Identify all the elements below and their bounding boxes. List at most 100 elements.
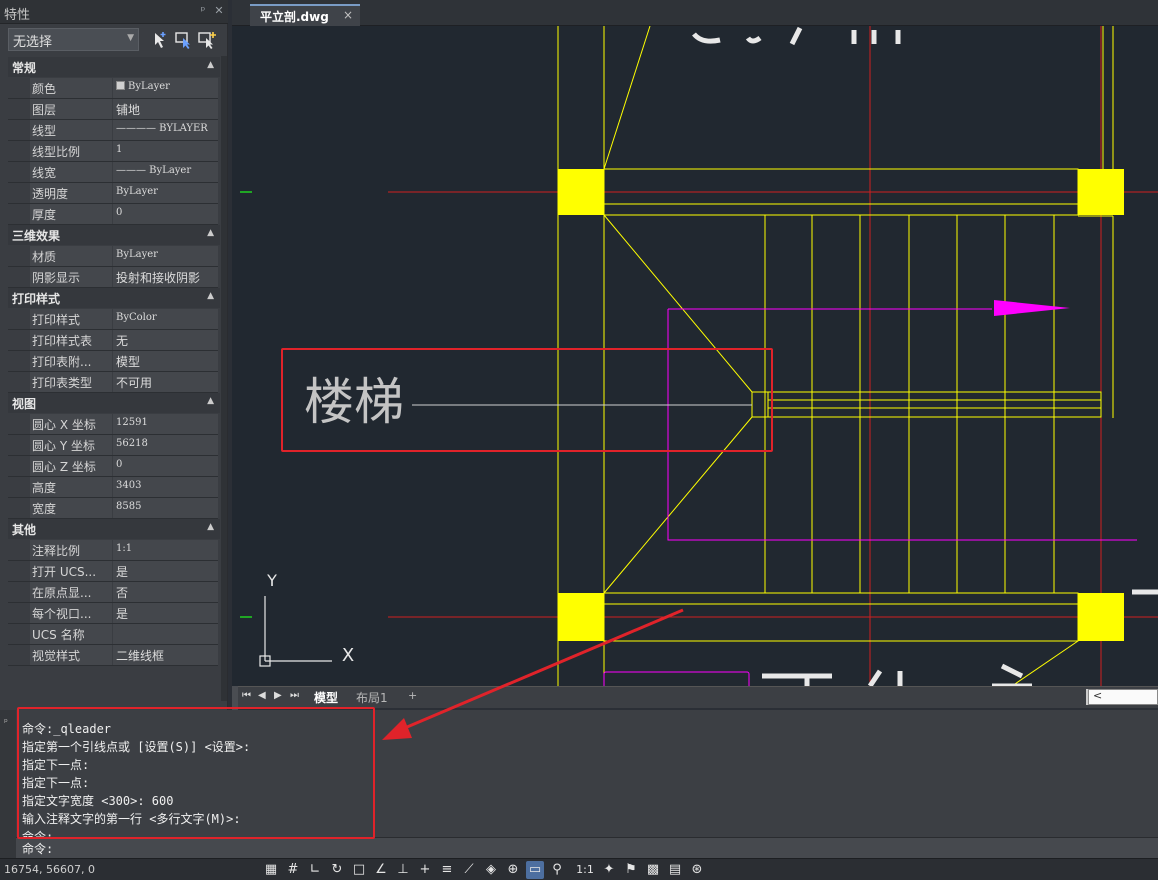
- collapse-icon[interactable]: ▲: [207, 291, 214, 301]
- property-value[interactable]: ByLayer: [113, 246, 218, 266]
- annotation-scale[interactable]: 1:1: [570, 861, 600, 879]
- property-row[interactable]: 圆心 X 坐标 12591: [8, 414, 218, 435]
- property-row[interactable]: 颜色 ByLayer: [8, 78, 218, 99]
- prev-tab-button[interactable]: ◀: [258, 690, 266, 701]
- close-tab-icon[interactable]: ×: [343, 8, 353, 22]
- tab-layout1[interactable]: 布局1: [356, 689, 388, 706]
- grid-icon[interactable]: ▦: [262, 861, 280, 879]
- transparency-icon[interactable]: ⟋: [460, 861, 478, 879]
- section-header[interactable]: 视图 ▲: [8, 393, 220, 413]
- tab-document[interactable]: 平立剖.dwg ×: [250, 4, 360, 26]
- property-value[interactable]: ByColor: [113, 309, 218, 329]
- isolate-icon[interactable]: ⚑: [622, 861, 640, 879]
- section-header[interactable]: 其他 ▲: [8, 519, 220, 539]
- toggle-pickadd-icon[interactable]: [196, 29, 218, 51]
- property-row[interactable]: 打印样式 ByColor: [8, 309, 218, 330]
- property-value[interactable]: 56218: [113, 435, 218, 455]
- workspace-icon[interactable]: ✦: [600, 861, 618, 879]
- property-value[interactable]: 是: [113, 561, 218, 581]
- property-row[interactable]: 打印样式表无: [8, 330, 218, 351]
- drawing-canvas[interactable]: Y X 楼梯: [232, 26, 1158, 686]
- annotation-text[interactable]: 楼梯: [304, 373, 404, 431]
- lineweight-icon[interactable]: ≡: [438, 861, 456, 879]
- property-row[interactable]: 圆心 Y 坐标 56218: [8, 435, 218, 456]
- property-value[interactable]: 模型: [113, 351, 218, 371]
- hardware-accel-icon[interactable]: ▩: [644, 861, 662, 879]
- model-space-icon[interactable]: ▭: [526, 861, 544, 879]
- property-value[interactable]: 不可用: [113, 372, 218, 392]
- property-value[interactable]: 投射和接收阴影: [113, 267, 218, 287]
- property-row[interactable]: 高度 3403: [8, 477, 218, 498]
- property-row[interactable]: 圆心 Z 坐标 0: [8, 456, 218, 477]
- property-value[interactable]: 0: [113, 456, 218, 476]
- property-row[interactable]: 阴影显示 投射和接收阴影: [8, 267, 218, 288]
- property-row[interactable]: 视觉样式 二维线框: [8, 645, 218, 666]
- close-icon[interactable]: ✕: [212, 4, 226, 18]
- property-value[interactable]: 1:1: [113, 540, 218, 560]
- selection-dropdown[interactable]: 无选择 ▼: [8, 28, 139, 51]
- property-value[interactable]: 二维线框: [113, 645, 218, 665]
- snap-grid-icon[interactable]: #: [284, 861, 302, 879]
- property-value[interactable]: 3403: [113, 477, 218, 497]
- property-value[interactable]: 是: [113, 603, 218, 623]
- property-row[interactable]: 线型比例 1: [8, 141, 218, 162]
- property-row[interactable]: 线型 ———— BYLAYER: [8, 120, 218, 141]
- property-row[interactable]: 材质 ByLayer: [8, 246, 218, 267]
- property-value[interactable]: ———— BYLAYER: [113, 120, 218, 140]
- pin-icon[interactable]: ᵖ: [4, 718, 8, 728]
- collapse-icon[interactable]: ▲: [207, 522, 214, 532]
- property-value[interactable]: 0: [113, 204, 218, 224]
- property-row[interactable]: 厚度 0: [8, 204, 218, 225]
- property-value[interactable]: 否: [113, 582, 218, 602]
- properties-scrollbar[interactable]: [221, 56, 227, 701]
- collapse-icon[interactable]: ▲: [207, 60, 214, 70]
- select-objects-icon[interactable]: [173, 29, 195, 51]
- command-input[interactable]: 命令:: [16, 837, 1158, 858]
- property-value[interactable]: ——— ByLayer: [113, 162, 218, 182]
- first-tab-button[interactable]: ⏮: [242, 690, 251, 701]
- property-row[interactable]: 打印表附... 模型: [8, 351, 218, 372]
- property-value[interactable]: [113, 624, 218, 644]
- property-row[interactable]: 线宽 ——— ByLayer: [8, 162, 218, 183]
- property-row[interactable]: 图层 铺地: [8, 99, 218, 120]
- calculator-icon[interactable]: ▤: [666, 861, 684, 879]
- property-row[interactable]: 打开 UCS... 是: [8, 561, 218, 582]
- property-value[interactable]: 铺地: [113, 99, 218, 119]
- polar-icon[interactable]: ↻: [328, 861, 346, 879]
- section-header[interactable]: 打印样式 ▲: [8, 288, 220, 308]
- scroll-left-icon[interactable]: <: [1093, 689, 1102, 702]
- property-row[interactable]: 打印表类型 不可用: [8, 372, 218, 393]
- section-header[interactable]: 三维效果 ▲: [8, 225, 220, 245]
- tab-model[interactable]: 模型: [314, 689, 338, 706]
- osnap-icon[interactable]: □: [350, 861, 368, 879]
- add-layout-button[interactable]: +: [408, 689, 417, 702]
- property-value[interactable]: ByLayer: [113, 78, 218, 98]
- section-header[interactable]: 常规 ▲: [8, 57, 220, 77]
- angle-icon[interactable]: ∠: [372, 861, 390, 879]
- property-value[interactable]: ByLayer: [113, 183, 218, 203]
- property-row[interactable]: UCS 名称: [8, 624, 218, 645]
- dynamic-input-icon[interactable]: +: [416, 861, 434, 879]
- last-tab-button[interactable]: ⏭: [290, 690, 299, 701]
- pin-icon[interactable]: ᵖ: [196, 4, 210, 18]
- collapse-icon[interactable]: ▲: [207, 396, 214, 406]
- property-value[interactable]: 12591: [113, 414, 218, 434]
- customize-icon[interactable]: ⊛: [688, 861, 706, 879]
- next-tab-button[interactable]: ▶: [274, 690, 282, 701]
- annotation-visibility-icon[interactable]: ⚲: [548, 861, 566, 879]
- collapse-icon[interactable]: ▲: [207, 228, 214, 238]
- property-row[interactable]: 宽度 8585: [8, 498, 218, 519]
- property-row[interactable]: 在原点显... 否: [8, 582, 218, 603]
- property-value[interactable]: 1: [113, 141, 218, 161]
- 3d-osnap-icon[interactable]: ⊕: [504, 861, 522, 879]
- selection-cycling-icon[interactable]: ◈: [482, 861, 500, 879]
- property-row[interactable]: 透明度 ByLayer: [8, 183, 218, 204]
- property-row[interactable]: 注释比例 1:1: [8, 540, 218, 561]
- horizontal-scrollbar[interactable]: <: [1088, 689, 1158, 705]
- ortho-icon[interactable]: ∟: [306, 861, 324, 879]
- dynamic-ucs-icon[interactable]: ⊥: [394, 861, 412, 879]
- property-value[interactable]: 无: [113, 330, 218, 350]
- property-value[interactable]: 8585: [113, 498, 218, 518]
- quick-select-icon[interactable]: [150, 29, 172, 51]
- property-row[interactable]: 每个视口... 是: [8, 603, 218, 624]
